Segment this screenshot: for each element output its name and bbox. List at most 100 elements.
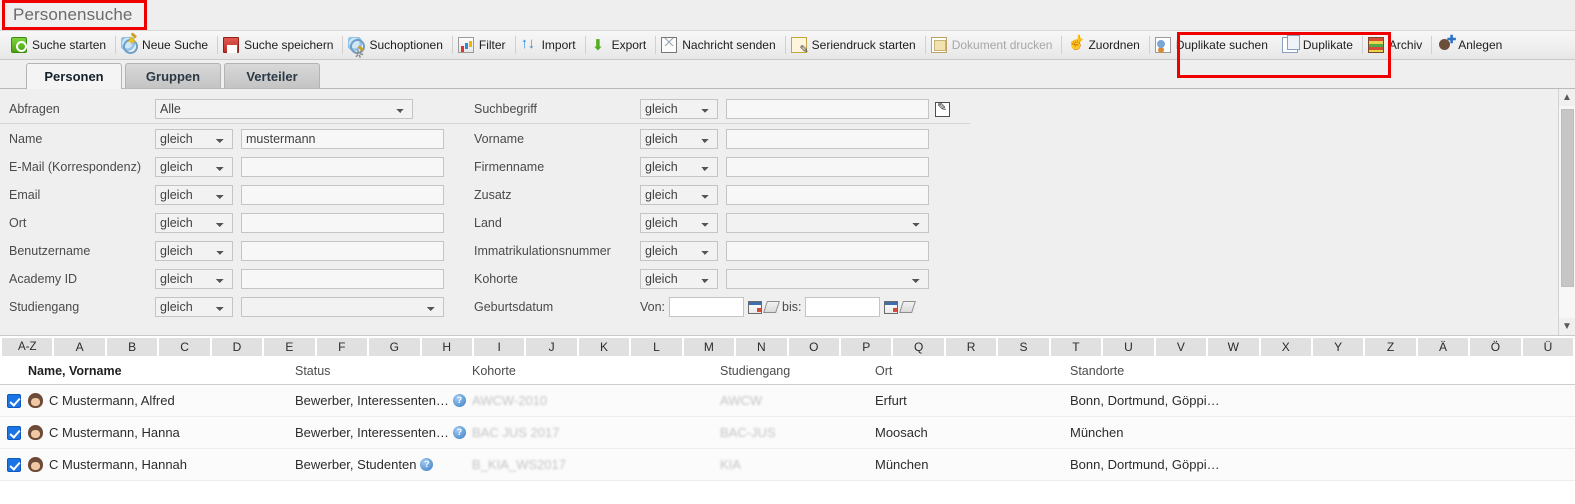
help-icon[interactable]: ? (452, 426, 466, 439)
alphabet-filter-w[interactable]: W (1208, 337, 1259, 356)
help-icon[interactable]: ? (420, 458, 434, 471)
value-input-right-4[interactable] (726, 241, 929, 261)
value-input-left-5[interactable] (241, 269, 444, 289)
geburtsdatum-bis-input[interactable] (805, 297, 881, 317)
row-checkbox-cell[interactable] (0, 393, 28, 408)
row-name-cell[interactable]: C Mustermann, Alfred (28, 393, 295, 408)
suchbegriff-operator-select[interactable]: gleich (640, 99, 718, 119)
alphabet-filter-n[interactable]: N (736, 337, 787, 356)
row-checkbox-cell[interactable] (0, 425, 28, 440)
alphabet-filter-s[interactable]: S (998, 337, 1049, 356)
alphabet-filter-v[interactable]: V (1155, 337, 1207, 356)
toolbar-button-anlegen[interactable]: Anlegen (1432, 31, 1511, 59)
alphabet-filter-t[interactable]: T (1050, 337, 1102, 356)
row-name-cell[interactable]: C Mustermann, Hannah (28, 457, 295, 472)
tab-personen[interactable]: Personen (26, 63, 122, 89)
edit-pencil-icon[interactable] (935, 100, 950, 117)
value-input-left-0[interactable] (241, 129, 444, 149)
toolbar-button-neue-suche[interactable]: Neue Suche (116, 31, 217, 59)
operator-select-r-3[interactable]: gleich (640, 213, 718, 233)
calendar-icon[interactable] (748, 300, 763, 314)
value-input-left-4[interactable] (241, 241, 444, 261)
help-icon[interactable]: ? (452, 394, 466, 407)
column-header-standorte[interactable]: Standorte (1070, 364, 1575, 378)
alphabet-filter-o[interactable]: O (788, 337, 839, 356)
alphabet-filter-j[interactable]: J (526, 337, 577, 356)
row-checkbox[interactable] (7, 425, 21, 440)
alphabet-filter-d[interactable]: D (211, 337, 263, 356)
value-input-left-2[interactable] (241, 185, 444, 205)
alphabet-filter-p[interactable]: P (841, 337, 892, 356)
toolbar-button-import[interactable]: Import (516, 31, 585, 59)
alphabet-filter-u[interactable]: U (1103, 337, 1154, 356)
value-select-right-5[interactable] (726, 269, 929, 289)
column-header-kohorte[interactable]: Kohorte (472, 364, 720, 378)
value-input-left-3[interactable] (241, 213, 444, 233)
tab-gruppen[interactable]: Gruppen (125, 63, 221, 88)
column-header-studiengang[interactable]: Studiengang (720, 364, 875, 378)
row-checkbox-cell[interactable] (0, 457, 28, 472)
eraser-icon[interactable] (763, 301, 780, 313)
calendar-icon[interactable] (884, 300, 899, 314)
row-name-cell[interactable]: C Mustermann, Hanna (28, 425, 295, 440)
column-header-status[interactable]: Status (295, 364, 472, 378)
value-input-right-2[interactable] (726, 185, 929, 205)
form-scrollbar-thumb[interactable] (1561, 109, 1574, 287)
tab-verteiler[interactable]: Verteiler (224, 63, 320, 88)
scroll-down-arrow-icon[interactable]: ▼ (1559, 318, 1575, 335)
alphabet-filter-m[interactable]: M (683, 337, 735, 356)
row-checkbox[interactable] (7, 393, 21, 408)
alphabet-filter-e[interactable]: E (264, 337, 315, 356)
value-input-right-1[interactable] (726, 157, 929, 177)
abfragen-select[interactable]: Alle (155, 99, 413, 119)
toolbar-button-suche-speichern[interactable]: Suche speichern (218, 31, 342, 59)
alphabet-filter-ü[interactable]: Ü (1522, 337, 1574, 356)
alphabet-filter-h[interactable]: H (421, 337, 472, 356)
toolbar-button-suchoptionen[interactable]: Suchoptionen (343, 31, 451, 59)
toolbar-button-suche-starten[interactable]: Suche starten (6, 31, 115, 59)
table-row[interactable]: C Mustermann, Hannah Bewerber, Studenten?… (0, 449, 1575, 481)
operator-select-r-5[interactable]: gleich (640, 269, 718, 289)
alphabet-filter-f[interactable]: F (316, 337, 368, 356)
alphabet-filter-i[interactable]: I (473, 337, 525, 356)
alphabet-filter-x[interactable]: X (1260, 337, 1311, 356)
column-header-name[interactable]: Name, Vorname (28, 364, 295, 378)
value-select-right-3[interactable] (726, 213, 929, 233)
operator-select-1[interactable]: gleich (155, 157, 233, 177)
alphabet-filter-z[interactable]: Z (1365, 337, 1416, 356)
toolbar-button-duplikate[interactable]: Duplikate (1277, 31, 1362, 59)
form-scrollbar[interactable]: ▲ ▼ (1558, 89, 1575, 335)
operator-select-r-4[interactable]: gleich (640, 241, 718, 261)
operator-select-r-0[interactable]: gleich (640, 129, 718, 149)
table-row[interactable]: C Mustermann, Hanna Bewerber, Interessent… (0, 417, 1575, 449)
toolbar-button-duplikate-suchen[interactable]: Duplikate suchen (1150, 31, 1277, 59)
operator-select-5[interactable]: gleich (155, 269, 233, 289)
alphabet-filter-k[interactable]: K (578, 337, 630, 356)
suchbegriff-input[interactable] (726, 99, 929, 119)
value-select-left-6[interactable] (241, 297, 444, 317)
alphabet-filter-az[interactable]: A-Z (2, 337, 53, 356)
alphabet-filter-ä[interactable]: Ä (1417, 337, 1469, 356)
eraser-icon[interactable] (899, 301, 917, 313)
alphabet-filter-y[interactable]: Y (1312, 337, 1364, 356)
operator-select-0[interactable]: gleich (155, 129, 233, 149)
toolbar-button-seriendruck-starten[interactable]: Seriendruck starten (786, 31, 925, 59)
alphabet-filter-ö[interactable]: Ö (1470, 337, 1521, 356)
alphabet-filter-r[interactable]: R (945, 337, 997, 356)
value-input-left-1[interactable] (241, 157, 444, 177)
alphabet-filter-c[interactable]: C (159, 337, 210, 356)
operator-select-4[interactable]: gleich (155, 241, 233, 261)
value-input-right-0[interactable] (726, 129, 929, 149)
alphabet-filter-l[interactable]: L (631, 337, 682, 356)
operator-select-2[interactable]: gleich (155, 185, 233, 205)
operator-select-r-2[interactable]: gleich (640, 185, 718, 205)
alphabet-filter-g[interactable]: G (369, 337, 420, 356)
table-row[interactable]: C Mustermann, Alfred Bewerber, Interessen… (0, 385, 1575, 417)
alphabet-filter-a[interactable]: A (54, 337, 105, 356)
alphabet-filter-b[interactable]: B (106, 337, 158, 356)
operator-select-6[interactable]: gleich (155, 297, 233, 317)
row-checkbox[interactable] (7, 457, 21, 472)
geburtsdatum-von-input[interactable] (669, 297, 745, 317)
toolbar-button-export[interactable]: Export (586, 31, 656, 59)
operator-select-3[interactable]: gleich (155, 213, 233, 233)
